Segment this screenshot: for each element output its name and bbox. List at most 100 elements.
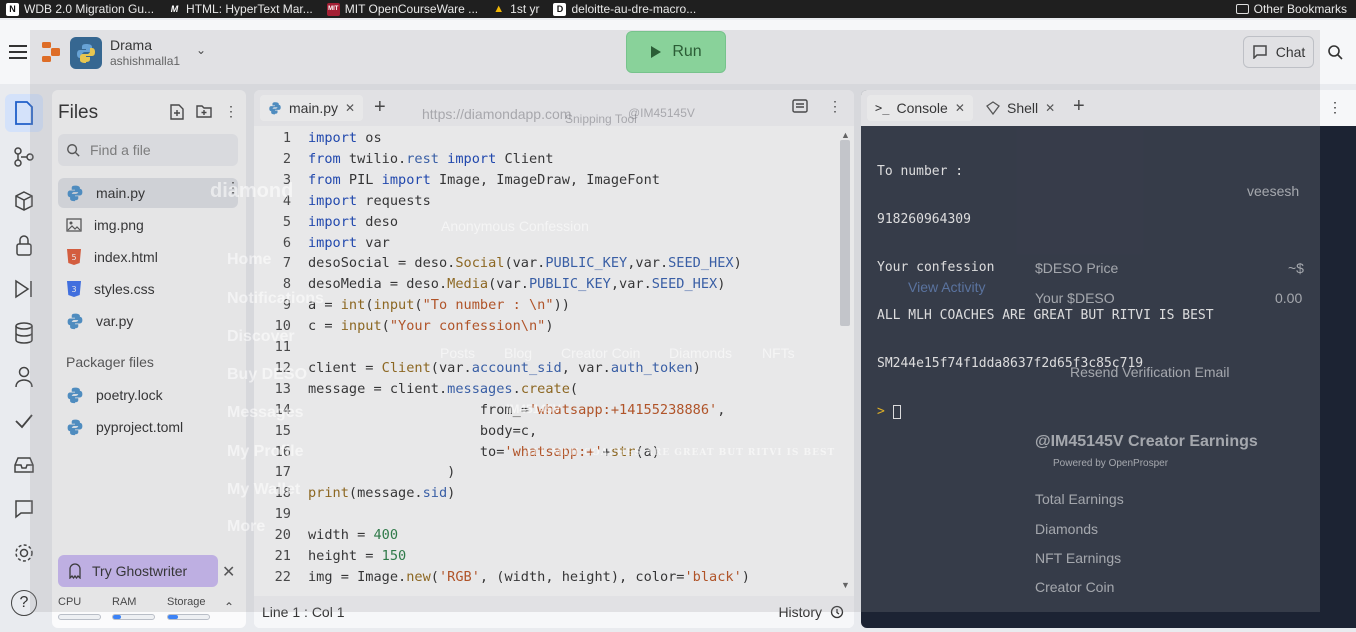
scrollbar-thumb[interactable] xyxy=(840,140,850,326)
file-search-input[interactable] xyxy=(90,142,220,158)
code-line[interactable]: import requests xyxy=(308,193,431,209)
close-tab-icon[interactable]: ✕ xyxy=(1045,101,1055,115)
more-options-icon[interactable]: ⋮ xyxy=(1328,99,1342,116)
console-line: SM244e15f74f1dda8637f2d65f3c85c719 xyxy=(877,356,1144,371)
close-tab-icon[interactable]: ✕ xyxy=(345,101,355,115)
close-tab-icon[interactable]: ✕ xyxy=(955,101,965,115)
more-options-icon[interactable]: ⋮ xyxy=(226,180,240,194)
line-number: 12 xyxy=(274,359,291,376)
code-line[interactable]: width = 400 xyxy=(308,527,398,543)
auth-tool[interactable] xyxy=(5,358,43,396)
code-line[interactable]: from_='whatsapp:+14155238886', xyxy=(308,402,726,418)
line-number: 20 xyxy=(274,527,291,544)
tab-main-py[interactable]: main.py ✕ xyxy=(260,95,364,121)
code-line[interactable]: client = Client(var.account_sid, var.aut… xyxy=(308,360,701,376)
line-number: 22 xyxy=(274,568,291,585)
git-tool[interactable] xyxy=(5,138,43,176)
code-line[interactable]: img = Image.new('RGB', (width, height), … xyxy=(308,569,750,585)
new-tab-icon[interactable]: + xyxy=(1073,95,1085,118)
files-tool[interactable] xyxy=(5,94,43,132)
python-project-avatar xyxy=(70,37,102,69)
threads-tool[interactable] xyxy=(5,490,43,528)
file-item[interactable]: poetry.lock xyxy=(58,380,238,410)
tab-shell[interactable]: Shell ✕ xyxy=(978,95,1063,121)
secrets-tool[interactable] xyxy=(5,226,43,264)
file-search[interactable] xyxy=(58,134,238,166)
bookmark-1[interactable]: M HTML: HyperText Mar... xyxy=(168,2,313,16)
settings-tool[interactable] xyxy=(5,534,43,572)
replit-logo-icon[interactable] xyxy=(40,41,62,63)
code-line[interactable]: c = input("Your confession\n") xyxy=(308,318,554,334)
code-line[interactable]: from PIL import Image, ImageDraw, ImageF… xyxy=(308,172,660,188)
chevron-down-icon[interactable]: ▼ xyxy=(841,580,850,590)
file-item[interactable]: img.png xyxy=(58,210,238,240)
chevron-up-icon[interactable]: ⌃ xyxy=(224,600,234,614)
code-line[interactable]: import var xyxy=(308,235,390,251)
add-file-icon[interactable] xyxy=(170,104,184,120)
code-line[interactable]: height = 150 xyxy=(308,548,406,564)
console-output[interactable]: To number : 918260964309 Your confession… xyxy=(877,132,1214,452)
new-tab-icon[interactable]: + xyxy=(374,96,386,119)
python-icon xyxy=(67,313,83,330)
try-ghostwriter-button[interactable]: Try Ghostwriter xyxy=(58,555,218,587)
more-options-icon[interactable]: ⋮ xyxy=(224,104,238,120)
code-line[interactable]: ) xyxy=(308,464,455,480)
run-button[interactable]: Run xyxy=(626,31,726,73)
bookmark-4[interactable]: Ddeloitte-au-dre-macro... xyxy=(553,2,696,16)
code-line[interactable]: to='whatsapp:+'+str(a) xyxy=(308,444,660,460)
file-item[interactable]: 3 styles.css xyxy=(58,274,238,304)
database-tool[interactable] xyxy=(5,314,43,352)
chat-button[interactable]: Chat xyxy=(1243,36,1314,68)
line-number: 5 xyxy=(282,213,291,230)
help-button[interactable]: ? xyxy=(5,584,43,622)
file-item[interactable]: var.py xyxy=(58,306,238,336)
terminal-icon: >_ xyxy=(875,101,890,115)
console-tabs: >_ Console ✕ Shell ✕ + ⋮ xyxy=(861,90,1356,126)
more-options-icon[interactable]: ⋮ xyxy=(828,99,842,113)
chevron-up-icon[interactable]: ▲ xyxy=(841,130,850,140)
google-drive-icon: ▲ xyxy=(493,2,505,15)
code-line[interactable]: import deso xyxy=(308,214,398,230)
search-icon[interactable] xyxy=(1327,44,1343,60)
code-line[interactable]: body=c, xyxy=(308,423,537,439)
file-item[interactable]: main.py ⋮ xyxy=(58,178,240,208)
project-title[interactable]: Drama xyxy=(110,37,152,53)
console-line: Your confession xyxy=(877,260,995,275)
debugger-tool[interactable] xyxy=(5,270,43,308)
console-prompt-line[interactable]: > xyxy=(877,404,1214,420)
code-area[interactable]: 1 import os 2 from twilio.rest import Clien… xyxy=(254,130,844,590)
code-line[interactable]: from twilio.rest import Client xyxy=(308,151,554,167)
prompt-symbol: > xyxy=(877,404,885,419)
bookmark-3[interactable]: ▲ 1st yr xyxy=(492,2,539,16)
code-line[interactable]: message = client.messages.create( xyxy=(308,381,578,397)
file-item[interactable]: 5 index.html xyxy=(58,242,238,272)
user-icon xyxy=(15,366,33,388)
unit-tests-tool[interactable] xyxy=(5,402,43,440)
code-line[interactable]: desoSocial = deso.Social(var.PUBLIC_KEY,… xyxy=(308,255,742,271)
inbox-tool[interactable] xyxy=(5,446,43,484)
editor-scrollbar[interactable]: ▲ ▼ xyxy=(840,130,850,590)
chevron-down-icon[interactable]: ⌄ xyxy=(196,43,206,57)
tab-console[interactable]: >_ Console ✕ xyxy=(867,95,973,121)
menu-icon[interactable] xyxy=(9,45,27,59)
packager-files-title: Packager files xyxy=(66,354,154,370)
bookmark-0[interactable]: N WDB 2.0 Migration Gu... xyxy=(6,2,154,16)
file-item[interactable]: pyproject.toml xyxy=(58,412,238,442)
line-number: 1 xyxy=(282,130,291,146)
add-folder-icon[interactable] xyxy=(196,104,212,118)
code-editor: main.py ✕ + ⋮ 1 import os 2 from twilio.res… xyxy=(254,90,854,628)
css-icon: 3 xyxy=(67,281,81,297)
format-icon[interactable] xyxy=(792,99,808,113)
other-bookmarks[interactable]: Other Bookmarks xyxy=(1235,0,1347,18)
packages-tool[interactable] xyxy=(5,182,43,220)
code-line[interactable]: a = int(input("To number : \n")) xyxy=(308,297,570,313)
line-number: 15 xyxy=(274,422,291,439)
checkmark-icon xyxy=(15,414,33,429)
debug-play-icon xyxy=(15,279,32,299)
close-icon[interactable]: ✕ xyxy=(222,562,235,582)
code-line[interactable]: desoMedia = deso.Media(var.PUBLIC_KEY,va… xyxy=(308,276,725,292)
code-line[interactable]: import os xyxy=(308,130,382,146)
code-line[interactable]: print(message.sid) xyxy=(308,485,455,501)
history-button[interactable]: History xyxy=(778,604,844,620)
bookmark-2[interactable]: MIT MIT OpenCourseWare ... xyxy=(326,2,478,16)
